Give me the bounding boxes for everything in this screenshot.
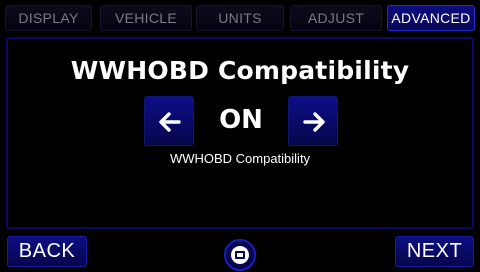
home-icon-square bbox=[235, 251, 245, 259]
tab-adjust[interactable]: ADJUST bbox=[290, 5, 382, 31]
next-button[interactable]: NEXT bbox=[395, 236, 474, 267]
setting-title: WWHOBD Compatibility bbox=[70, 56, 410, 85]
setting-description: WWHOBD Compatibility bbox=[169, 151, 311, 166]
next-option-button[interactable] bbox=[288, 96, 338, 146]
previous-option-button[interactable] bbox=[144, 96, 194, 146]
tab-units[interactable]: UNITS bbox=[196, 5, 284, 31]
tab-advanced[interactable]: ADVANCED bbox=[387, 5, 475, 31]
tab-display[interactable]: DISPLAY bbox=[5, 5, 92, 31]
back-button[interactable]: BACK bbox=[7, 236, 87, 267]
arrow-right-icon bbox=[303, 112, 325, 132]
home-button[interactable] bbox=[224, 239, 256, 271]
setting-value: ON bbox=[219, 105, 263, 135]
screen: DISPLAY VEHICLE UNITS ADJUST ADVANCED WW… bbox=[0, 0, 480, 272]
tab-vehicle[interactable]: VEHICLE bbox=[100, 5, 192, 31]
arrow-left-icon bbox=[159, 112, 181, 132]
